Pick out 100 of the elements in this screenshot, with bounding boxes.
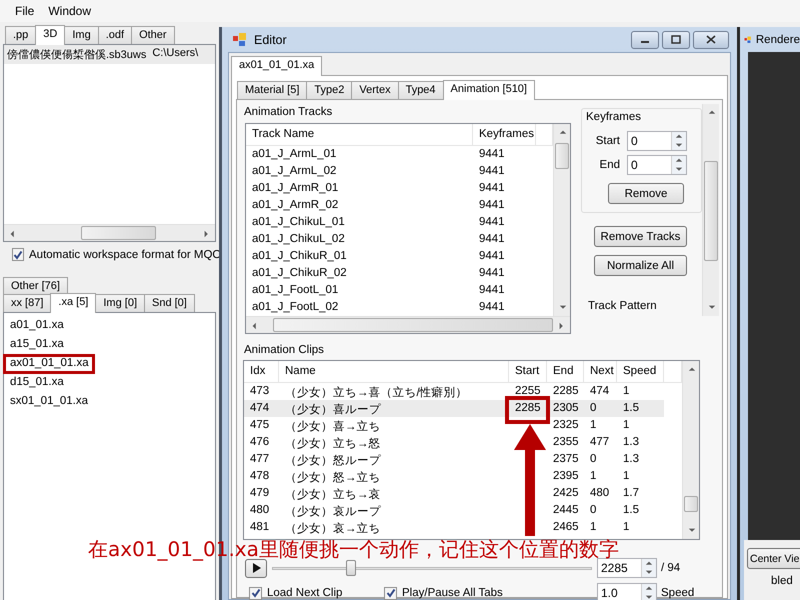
table-cell: 1.5: [623, 402, 639, 414]
table-cell: 1.3: [623, 436, 639, 448]
field-label: End: [598, 159, 620, 171]
table-row[interactable]: 476 （少女）立ち→怒 2355 477 1.3: [244, 434, 664, 451]
tab[interactable]: Snd [0]: [144, 294, 195, 312]
table-row[interactable]: 475 （少女）喜→立ち 2325 1 1: [244, 417, 664, 434]
scrollbar[interactable]: [553, 124, 570, 316]
file-list-item[interactable]: sx01_01_01.xa: [10, 395, 88, 408]
table-cell: a01_J_ArmL_02: [252, 165, 336, 177]
column-header[interactable]: Idx: [244, 361, 279, 382]
up-arrow-icon: [558, 128, 566, 136]
table-cell: 9441: [479, 216, 505, 228]
file-list-item[interactable]: 傍儅儂偀便偒椞偺傒.sb3uws C:\Users\: [4, 45, 215, 64]
table-cell: 9441: [479, 182, 505, 194]
menu-item[interactable]: File: [8, 2, 42, 20]
spin-field[interactable]: 0: [627, 131, 687, 151]
file-name: 傍儅儂偀便偒椞偺傒.sb3uws: [7, 48, 146, 62]
tab[interactable]: Img [0]: [95, 294, 145, 312]
column-header[interactable]: Next: [584, 361, 617, 382]
table-cell: 1.3: [623, 453, 639, 465]
down-arrow-icon: [558, 304, 566, 312]
scrollbar[interactable]: [702, 104, 719, 316]
table-row[interactable]: 474 （少女）喜ループ 2285 2305 0 1.5: [244, 400, 664, 417]
tab[interactable]: Type4: [398, 81, 444, 99]
scrollbar-thumb[interactable]: [704, 161, 718, 261]
table-cell: a01_J_ChikuR_01: [252, 250, 347, 262]
file-list-item[interactable]: ax01_01_01.xa: [10, 357, 89, 370]
column-header[interactable]: Start: [509, 361, 547, 382]
normalize-button[interactable]: Normalize All: [594, 255, 687, 276]
file-list-item[interactable]: d15_01.xa: [10, 376, 64, 389]
tab[interactable]: .odf: [98, 26, 132, 44]
table-row[interactable]: 480 （少女）哀ループ 2445 0 1.5: [244, 502, 664, 519]
column-header[interactable]: Name: [279, 361, 509, 382]
file-list-item[interactable]: a15_01.xa: [10, 338, 64, 351]
table-cell: 1.5: [623, 504, 639, 516]
table-row[interactable]: 477 （少女）怒ループ 2375 0 1.3: [244, 451, 664, 468]
spin-field[interactable]: 1.0: [597, 583, 657, 600]
table-cell: 2285: [553, 385, 579, 397]
slider[interactable]: [272, 559, 592, 577]
scrollbar-thumb[interactable]: [684, 496, 698, 512]
total-label: / 94: [661, 562, 680, 574]
tab[interactable]: xx [87]: [3, 294, 52, 312]
remove-tracks-button[interactable]: Remove Tracks: [594, 226, 687, 247]
table-row[interactable]: 473 （少女）立ち→喜（立ち/性癖別） 2255 2285 474 1: [244, 383, 664, 400]
table-cell: a01_J_ChikuR_02: [252, 267, 347, 279]
slider-thumb[interactable]: [346, 560, 356, 576]
scrollbar-thumb[interactable]: [273, 318, 553, 332]
spin-field[interactable]: 2285: [597, 558, 657, 578]
table-row[interactable]: 479 （少女）立ち→哀 2425 480 1.7: [244, 485, 664, 502]
table-cell: 479: [250, 487, 270, 499]
tab[interactable]: Img: [64, 26, 99, 44]
table-row[interactable]: 478 （少女）怒→立ち 2395 1 1: [244, 468, 664, 485]
field-label: Start: [594, 135, 620, 147]
tab[interactable]: Other: [131, 26, 175, 44]
up-arrow-icon: [675, 156, 683, 164]
tab[interactable]: .xa [5]: [50, 293, 96, 313]
tab[interactable]: 3D: [35, 25, 66, 45]
scrollbar[interactable]: [682, 361, 699, 539]
table-cell: 0: [590, 504, 596, 516]
close-button[interactable]: [693, 30, 729, 48]
column-header[interactable]: Speed: [617, 361, 664, 382]
tab[interactable]: .pp: [5, 26, 36, 44]
menu-item[interactable]: Window: [41, 2, 98, 20]
tab[interactable]: Animation [510]: [442, 80, 535, 100]
column-header[interactable]: Track Name: [246, 124, 473, 145]
minimize-button[interactable]: [631, 30, 659, 48]
table-cell: 9441: [479, 284, 505, 296]
table-row[interactable]: 481 （少女）哀→立ち 2465 1 1: [244, 519, 664, 536]
scrollbar-thumb[interactable]: [555, 143, 569, 169]
remove-button[interactable]: Remove: [608, 183, 684, 204]
checkbox[interactable]: [249, 586, 262, 600]
tab[interactable]: Other [76]: [3, 277, 68, 295]
spin-field[interactable]: 0: [627, 155, 687, 175]
file-path: C:\Users\: [152, 47, 198, 61]
scrollbar[interactable]: [246, 316, 570, 333]
group-label: Track Pattern: [587, 299, 658, 314]
table-cell: 474: [590, 385, 610, 397]
table-cell: 2285: [515, 402, 541, 414]
tab[interactable]: ax01_01_01.xa: [231, 56, 322, 76]
play-icon: [252, 563, 260, 573]
left-arrow-icon: [250, 322, 258, 330]
file-list-item[interactable]: a01_01.xa: [10, 319, 64, 332]
scrollbar[interactable]: [4, 224, 215, 241]
up-arrow-icon: [645, 560, 653, 568]
table-cell: （少女）怒→立ち: [285, 472, 380, 484]
table-cell: 2445: [553, 504, 579, 516]
column-header[interactable]: Keyframes: [473, 124, 536, 145]
scrollbar-thumb[interactable]: [81, 226, 156, 240]
maximize-button[interactable]: [662, 30, 690, 48]
tab[interactable]: Material [5]: [237, 81, 308, 99]
table-cell: 2395: [553, 470, 579, 482]
checkbox[interactable]: [12, 248, 24, 261]
center-view-button[interactable]: Center Vie: [747, 548, 800, 569]
tab[interactable]: Vertex: [351, 81, 399, 99]
column-header[interactable]: End: [547, 361, 584, 382]
table-cell: 2425: [553, 487, 579, 499]
tab[interactable]: Type2: [306, 81, 352, 99]
window-icon: [232, 32, 248, 48]
table-cell: a01_J_FootL_01: [252, 284, 338, 296]
checkbox[interactable]: [384, 586, 397, 600]
